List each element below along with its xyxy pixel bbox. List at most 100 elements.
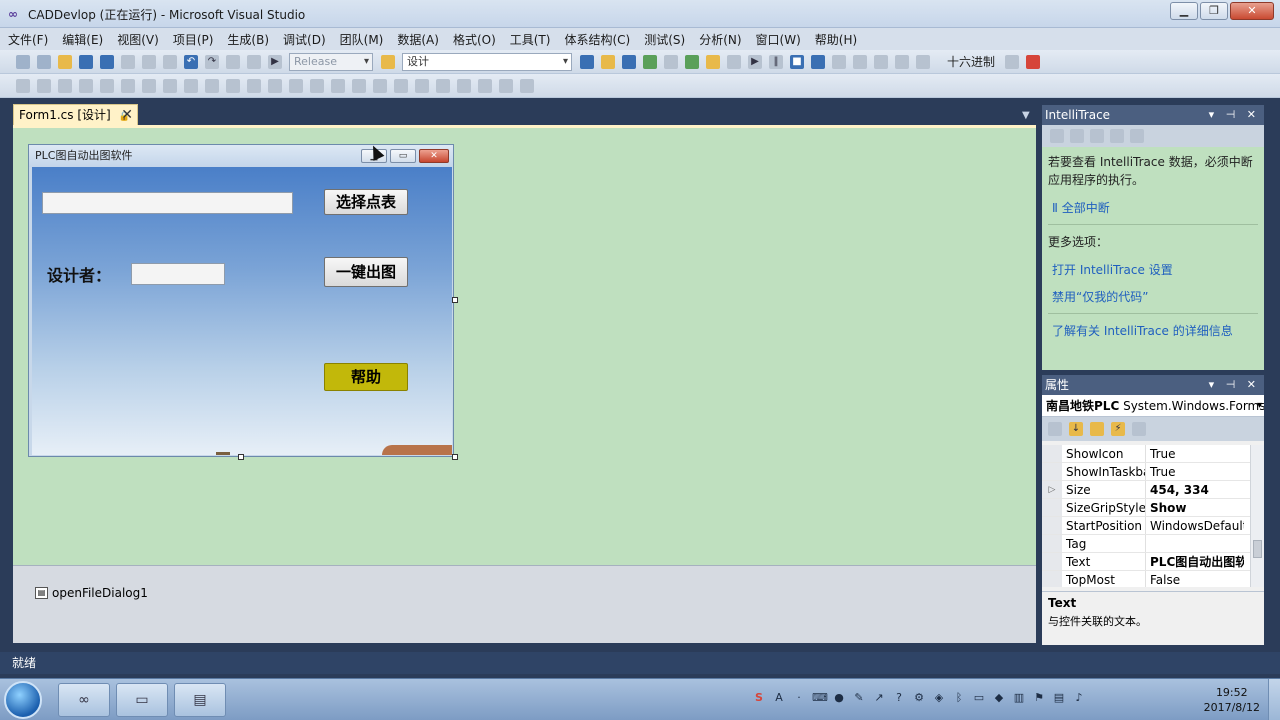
taskbar-app[interactable]: ▤ [174, 683, 226, 717]
menu-data[interactable]: 数据(A) [397, 31, 439, 48]
monitor-icon[interactable]: ▭ [972, 691, 986, 705]
alphabetical-icon[interactable]: ↓ [1069, 422, 1083, 436]
panel-controls[interactable]: ▾ ⊣ ✕ [1209, 375, 1260, 395]
resize-handle-corner[interactable] [452, 454, 458, 460]
property-value[interactable]: 454, 334 [1146, 481, 1244, 498]
learn-more-link[interactable]: 了解有关 IntelliTrace 的详细信息 [1042, 322, 1264, 339]
designer-input[interactable] [131, 263, 225, 285]
expand-icon[interactable] [1042, 463, 1062, 480]
undo-icon[interactable]: ↶ [184, 54, 198, 69]
trace-settings-icon[interactable] [1130, 129, 1144, 143]
user-icon[interactable]: ● [832, 691, 846, 705]
find-combo[interactable]: 设计 [402, 52, 572, 71]
network-icon[interactable]: ◈ [932, 691, 946, 705]
help-button[interactable]: 帮助 [324, 363, 408, 391]
h-spacing-increase-icon[interactable] [268, 78, 282, 93]
properties-icon[interactable] [601, 54, 615, 69]
tab-order-icon[interactable] [520, 78, 534, 93]
disable-just-my-code-link[interactable]: 禁用“仅我的代码” [1042, 288, 1264, 305]
exception-icon[interactable] [1026, 54, 1041, 69]
align-to-grid-icon[interactable] [16, 78, 30, 93]
expand-icon[interactable]: ▷ [1042, 481, 1062, 498]
quickwatch-icon[interactable] [916, 54, 930, 69]
center-horizontally-icon[interactable] [415, 78, 429, 93]
property-value[interactable]: Show [1146, 499, 1244, 516]
scrollbar-thumb[interactable] [1253, 540, 1262, 558]
trace-search-icon[interactable] [1110, 129, 1124, 143]
stop-debug-icon[interactable]: ■ [790, 54, 804, 69]
extension-icon[interactable] [685, 54, 699, 69]
tray-component[interactable]: ▤ openFileDialog1 [35, 586, 148, 600]
document-dropdown-icon[interactable]: ▼ [1022, 110, 1030, 121]
expand-icon[interactable] [1042, 517, 1062, 534]
paste-icon[interactable] [163, 54, 177, 69]
menu-file[interactable]: 文件(F) [8, 31, 48, 48]
menu-debug[interactable]: 调试(D) [283, 31, 326, 48]
step-into-icon[interactable] [853, 54, 867, 69]
v-spacing-increase-icon[interactable] [352, 78, 366, 93]
threads-icon[interactable] [1005, 54, 1020, 69]
tools-icon[interactable] [664, 54, 678, 69]
navigate-back-icon[interactable] [226, 54, 240, 69]
open-settings-link[interactable]: 打开 IntelliTrace 设置 [1042, 261, 1264, 278]
make-same-size-icon[interactable] [226, 78, 240, 93]
menu-view[interactable]: 视图(V) [117, 31, 159, 48]
solution-explorer-icon[interactable] [580, 54, 594, 69]
align-rights-icon[interactable] [79, 78, 93, 93]
lock-controls-icon[interactable] [499, 78, 513, 93]
make-same-height-icon[interactable] [205, 78, 219, 93]
menu-architecture[interactable]: 体系结构(C) [564, 31, 630, 48]
align-tops-icon[interactable] [100, 78, 114, 93]
wrench-icon[interactable]: ✎ [852, 691, 866, 705]
printer-icon[interactable]: ▤ [1052, 691, 1066, 705]
menu-edit[interactable]: 编辑(E) [62, 31, 103, 48]
property-value[interactable]: PLC图自动出图软件 [1146, 553, 1244, 570]
h-spacing-equal-icon[interactable] [247, 78, 261, 93]
resize-handle-right[interactable] [452, 297, 458, 303]
h-spacing-remove-icon[interactable] [310, 78, 324, 93]
panel-controls[interactable]: ▾ ⊣ ✕ [1209, 105, 1260, 125]
add-item-icon[interactable] [37, 54, 51, 69]
toolbox-icon[interactable] [643, 54, 657, 69]
cut-icon[interactable] [121, 54, 135, 69]
open-folder-icon[interactable] [58, 54, 72, 69]
show-next-statement-icon[interactable] [832, 54, 846, 69]
new-project-icon[interactable] [16, 54, 30, 69]
step-over-icon[interactable] [874, 54, 888, 69]
menu-test[interactable]: 测试(S) [644, 31, 685, 48]
chart-icon[interactable]: ▥ [1012, 691, 1026, 705]
events-icon[interactable]: ⚡ [1111, 422, 1125, 436]
continue-icon[interactable]: ▶ [748, 54, 762, 69]
v-spacing-decrease-icon[interactable] [373, 78, 387, 93]
clock[interactable]: 19:52 2017/8/12 [1204, 685, 1260, 715]
property-row[interactable]: TextPLC图自动出图软件 [1042, 553, 1264, 571]
menu-project[interactable]: 项目(P) [173, 31, 214, 48]
volume-icon[interactable]: ♪ [1072, 691, 1086, 705]
menu-help[interactable]: 帮助(H) [815, 31, 857, 48]
bluetooth-icon[interactable]: ᛒ [952, 691, 966, 705]
start-debug-icon[interactable]: ▶ [268, 54, 282, 69]
trace-events-icon[interactable] [1050, 129, 1064, 143]
security-icon[interactable]: ◆ [992, 691, 1006, 705]
property-row[interactable]: Tag [1042, 535, 1264, 553]
property-row[interactable]: TopMost False [1042, 571, 1264, 587]
tab-close-icon[interactable]: ✕ [121, 105, 133, 125]
file-path-input[interactable] [42, 192, 293, 214]
select-table-button[interactable]: 选择点表 [324, 189, 408, 215]
property-row[interactable]: ShowInTaskba True [1042, 463, 1264, 481]
save-all-icon[interactable] [100, 54, 114, 69]
break-all-link[interactable]: Ⅱ 全部中断 [1042, 199, 1264, 216]
property-grid-scrollbar[interactable] [1250, 445, 1264, 587]
menu-build[interactable]: 生成(B) [227, 31, 269, 48]
share-icon[interactable]: ↗ [872, 691, 886, 705]
form-close-icon[interactable]: ✕ [419, 149, 449, 163]
designed-form[interactable]: PLC图自动出图软件 ▁ ▭ ✕ 选择点表 设计者： 一键出图 帮助 [28, 144, 454, 457]
tab-form1-designer[interactable]: Form1.cs [设计] 🔒 ✕ [13, 104, 138, 126]
solution-config-select[interactable]: Release [289, 52, 373, 71]
property-row[interactable]: ShowIcon True [1042, 445, 1264, 463]
expand-icon[interactable] [1042, 553, 1062, 570]
punctuation-icon[interactable]: · [792, 691, 806, 705]
start-button[interactable] [4, 681, 42, 719]
size-to-grid-icon[interactable] [184, 78, 198, 93]
property-value[interactable]: True [1146, 445, 1244, 462]
